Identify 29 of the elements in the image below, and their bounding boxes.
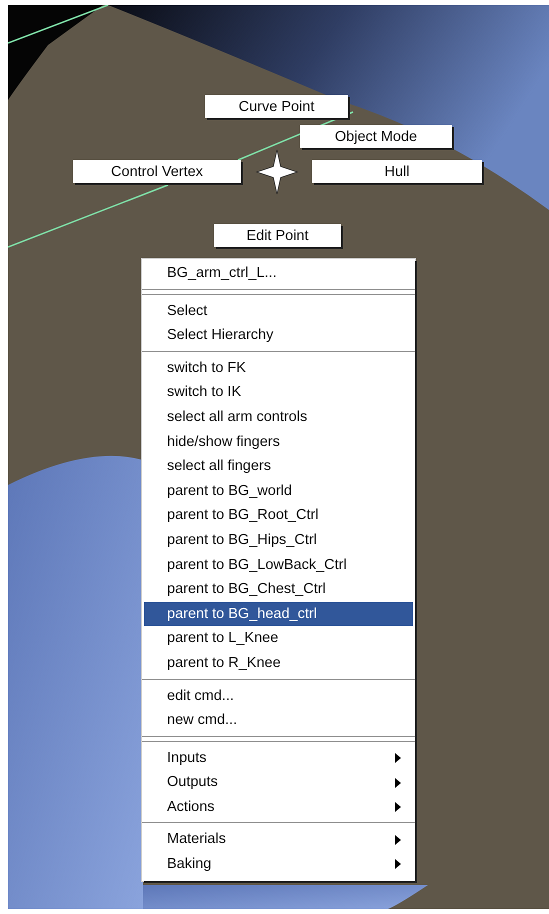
menu-item[interactable]: parent to BG_Root_Ctrl: [144, 503, 413, 528]
menu-item[interactable]: Select Hierarchy: [144, 323, 413, 348]
menu-item[interactable]: switch to FK: [144, 356, 413, 380]
marking-menu-item[interactable]: Control Vertex: [73, 160, 241, 183]
menu-item[interactable]: Baking: [144, 852, 413, 877]
menu-item[interactable]: parent to R_Knee: [144, 650, 413, 676]
marking-menu-item[interactable]: Curve Point: [205, 95, 348, 118]
menu-item[interactable]: Outputs: [144, 770, 413, 795]
menu-item[interactable]: parent to L_Knee: [144, 626, 413, 651]
compass-star-icon: [254, 149, 300, 195]
menu-item[interactable]: parent to BG_world: [144, 478, 413, 504]
menu-item[interactable]: Select: [144, 298, 413, 324]
menu-item[interactable]: parent to BG_head_ctrl: [144, 602, 413, 626]
marking-menu-item[interactable]: Hull: [312, 160, 482, 183]
menu-item[interactable]: parent to BG_LowBack_Ctrl: [144, 552, 413, 578]
menu-item[interactable]: parent to BG_Chest_Ctrl: [144, 577, 413, 602]
menu-item[interactable]: Actions: [144, 794, 413, 820]
menu-item[interactable]: edit cmd...: [144, 684, 413, 708]
menu-item[interactable]: Inputs: [144, 746, 413, 770]
menu-item[interactable]: select all fingers: [144, 454, 413, 479]
marking-menu-item[interactable]: Edit Point: [214, 224, 341, 247]
marking-menu-item[interactable]: Object Mode: [300, 125, 452, 148]
menu-item[interactable]: Materials: [144, 827, 413, 852]
menu-item[interactable]: select all arm controls: [144, 404, 413, 430]
menu-item[interactable]: new cmd...: [144, 708, 413, 733]
menu-item[interactable]: parent to BG_Hips_Ctrl: [144, 528, 413, 553]
menu-item[interactable]: hide/show fingers: [144, 430, 413, 454]
menu-title: BG_arm_ctrl_L...: [166, 264, 278, 283]
menu-item[interactable]: switch to IK: [144, 380, 413, 405]
